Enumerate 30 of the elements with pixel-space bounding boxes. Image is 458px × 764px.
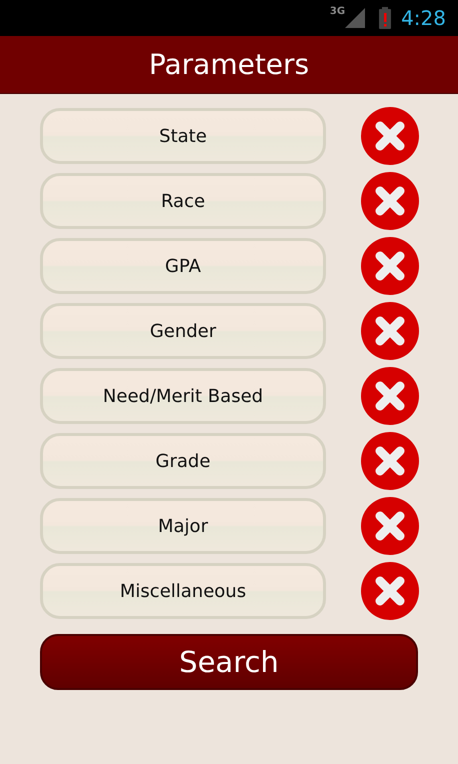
- clock-time: 4:28: [401, 6, 446, 30]
- close-icon: [361, 497, 419, 555]
- battery-warning-icon: [379, 7, 392, 29]
- remove-button[interactable]: [361, 432, 419, 490]
- parameter-button[interactable]: Grade: [40, 433, 326, 489]
- network-type: 3G: [330, 6, 346, 17]
- parameter-button[interactable]: GPA: [40, 238, 326, 294]
- search-button[interactable]: Search: [40, 634, 418, 690]
- parameter-button[interactable]: Miscellaneous: [40, 563, 326, 619]
- parameter-button[interactable]: Race: [40, 173, 326, 229]
- screen-title: Parameters: [148, 48, 310, 81]
- close-icon: [361, 172, 419, 230]
- close-icon: [361, 237, 419, 295]
- parameter-button[interactable]: Need/Merit Based: [40, 368, 326, 424]
- remove-button[interactable]: [361, 302, 419, 360]
- remove-button[interactable]: [361, 107, 419, 165]
- remove-button[interactable]: [361, 237, 419, 295]
- close-icon: [361, 367, 419, 425]
- remove-button[interactable]: [361, 497, 419, 555]
- close-icon: [361, 432, 419, 490]
- remove-button[interactable]: [361, 562, 419, 620]
- parameter-button[interactable]: State: [40, 108, 326, 164]
- close-icon: [361, 302, 419, 360]
- remove-button[interactable]: [361, 172, 419, 230]
- parameter-button[interactable]: Major: [40, 498, 326, 554]
- signal-icon: [345, 8, 366, 28]
- close-icon: [361, 562, 419, 620]
- remove-button[interactable]: [361, 367, 419, 425]
- close-icon: [361, 107, 419, 165]
- parameter-button[interactable]: Gender: [40, 303, 326, 359]
